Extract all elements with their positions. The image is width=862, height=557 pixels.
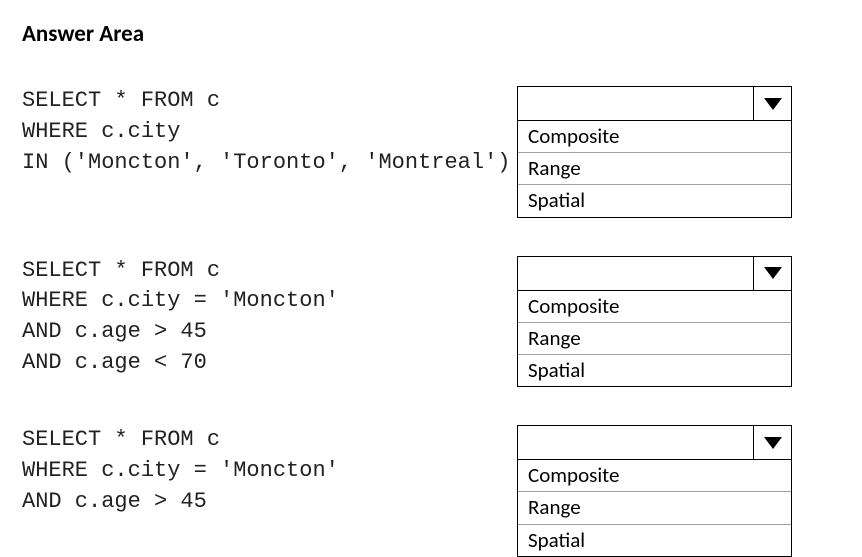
dropdown-option[interactable]: Range: [518, 152, 791, 184]
page-title: Answer Area: [22, 20, 840, 48]
dropdown-option[interactable]: Composite: [518, 291, 791, 322]
question-row-1: SELECT * FROM c WHERE c.city IN ('Moncto…: [22, 86, 840, 218]
dropdown-1: Composite Range Spatial: [517, 86, 792, 218]
query-text-3: SELECT * FROM c WHERE c.city = 'Moncton'…: [22, 425, 517, 517]
question-row-3: SELECT * FROM c WHERE c.city = 'Moncton'…: [22, 425, 840, 557]
dropdown-options-2: Composite Range Spatial: [518, 291, 791, 387]
answer-content: SELECT * FROM c WHERE c.city IN ('Moncto…: [22, 86, 840, 557]
dropdown-option[interactable]: Composite: [518, 460, 791, 491]
dropdown-option[interactable]: Spatial: [518, 184, 791, 216]
dropdown-2: Composite Range Spatial: [517, 256, 792, 388]
chevron-down-icon[interactable]: [753, 257, 791, 290]
dropdown-option[interactable]: Spatial: [518, 354, 791, 386]
chevron-down-icon[interactable]: [753, 426, 791, 459]
dropdown-options-1: Composite Range Spatial: [518, 121, 791, 217]
question-row-2: SELECT * FROM c WHERE c.city = 'Moncton'…: [22, 256, 840, 388]
dropdown-3: Composite Range Spatial: [517, 425, 792, 557]
dropdown-header-2[interactable]: [518, 257, 791, 291]
dropdown-option[interactable]: Spatial: [518, 524, 791, 556]
dropdown-header-1[interactable]: [518, 87, 791, 121]
query-text-2: SELECT * FROM c WHERE c.city = 'Moncton'…: [22, 256, 517, 379]
dropdown-option[interactable]: Composite: [518, 121, 791, 152]
dropdown-header-3[interactable]: [518, 426, 791, 460]
query-text-1: SELECT * FROM c WHERE c.city IN ('Moncto…: [22, 86, 517, 178]
dropdown-options-3: Composite Range Spatial: [518, 460, 791, 556]
dropdown-option[interactable]: Range: [518, 322, 791, 354]
chevron-down-icon[interactable]: [753, 87, 791, 120]
dropdown-option[interactable]: Range: [518, 491, 791, 523]
